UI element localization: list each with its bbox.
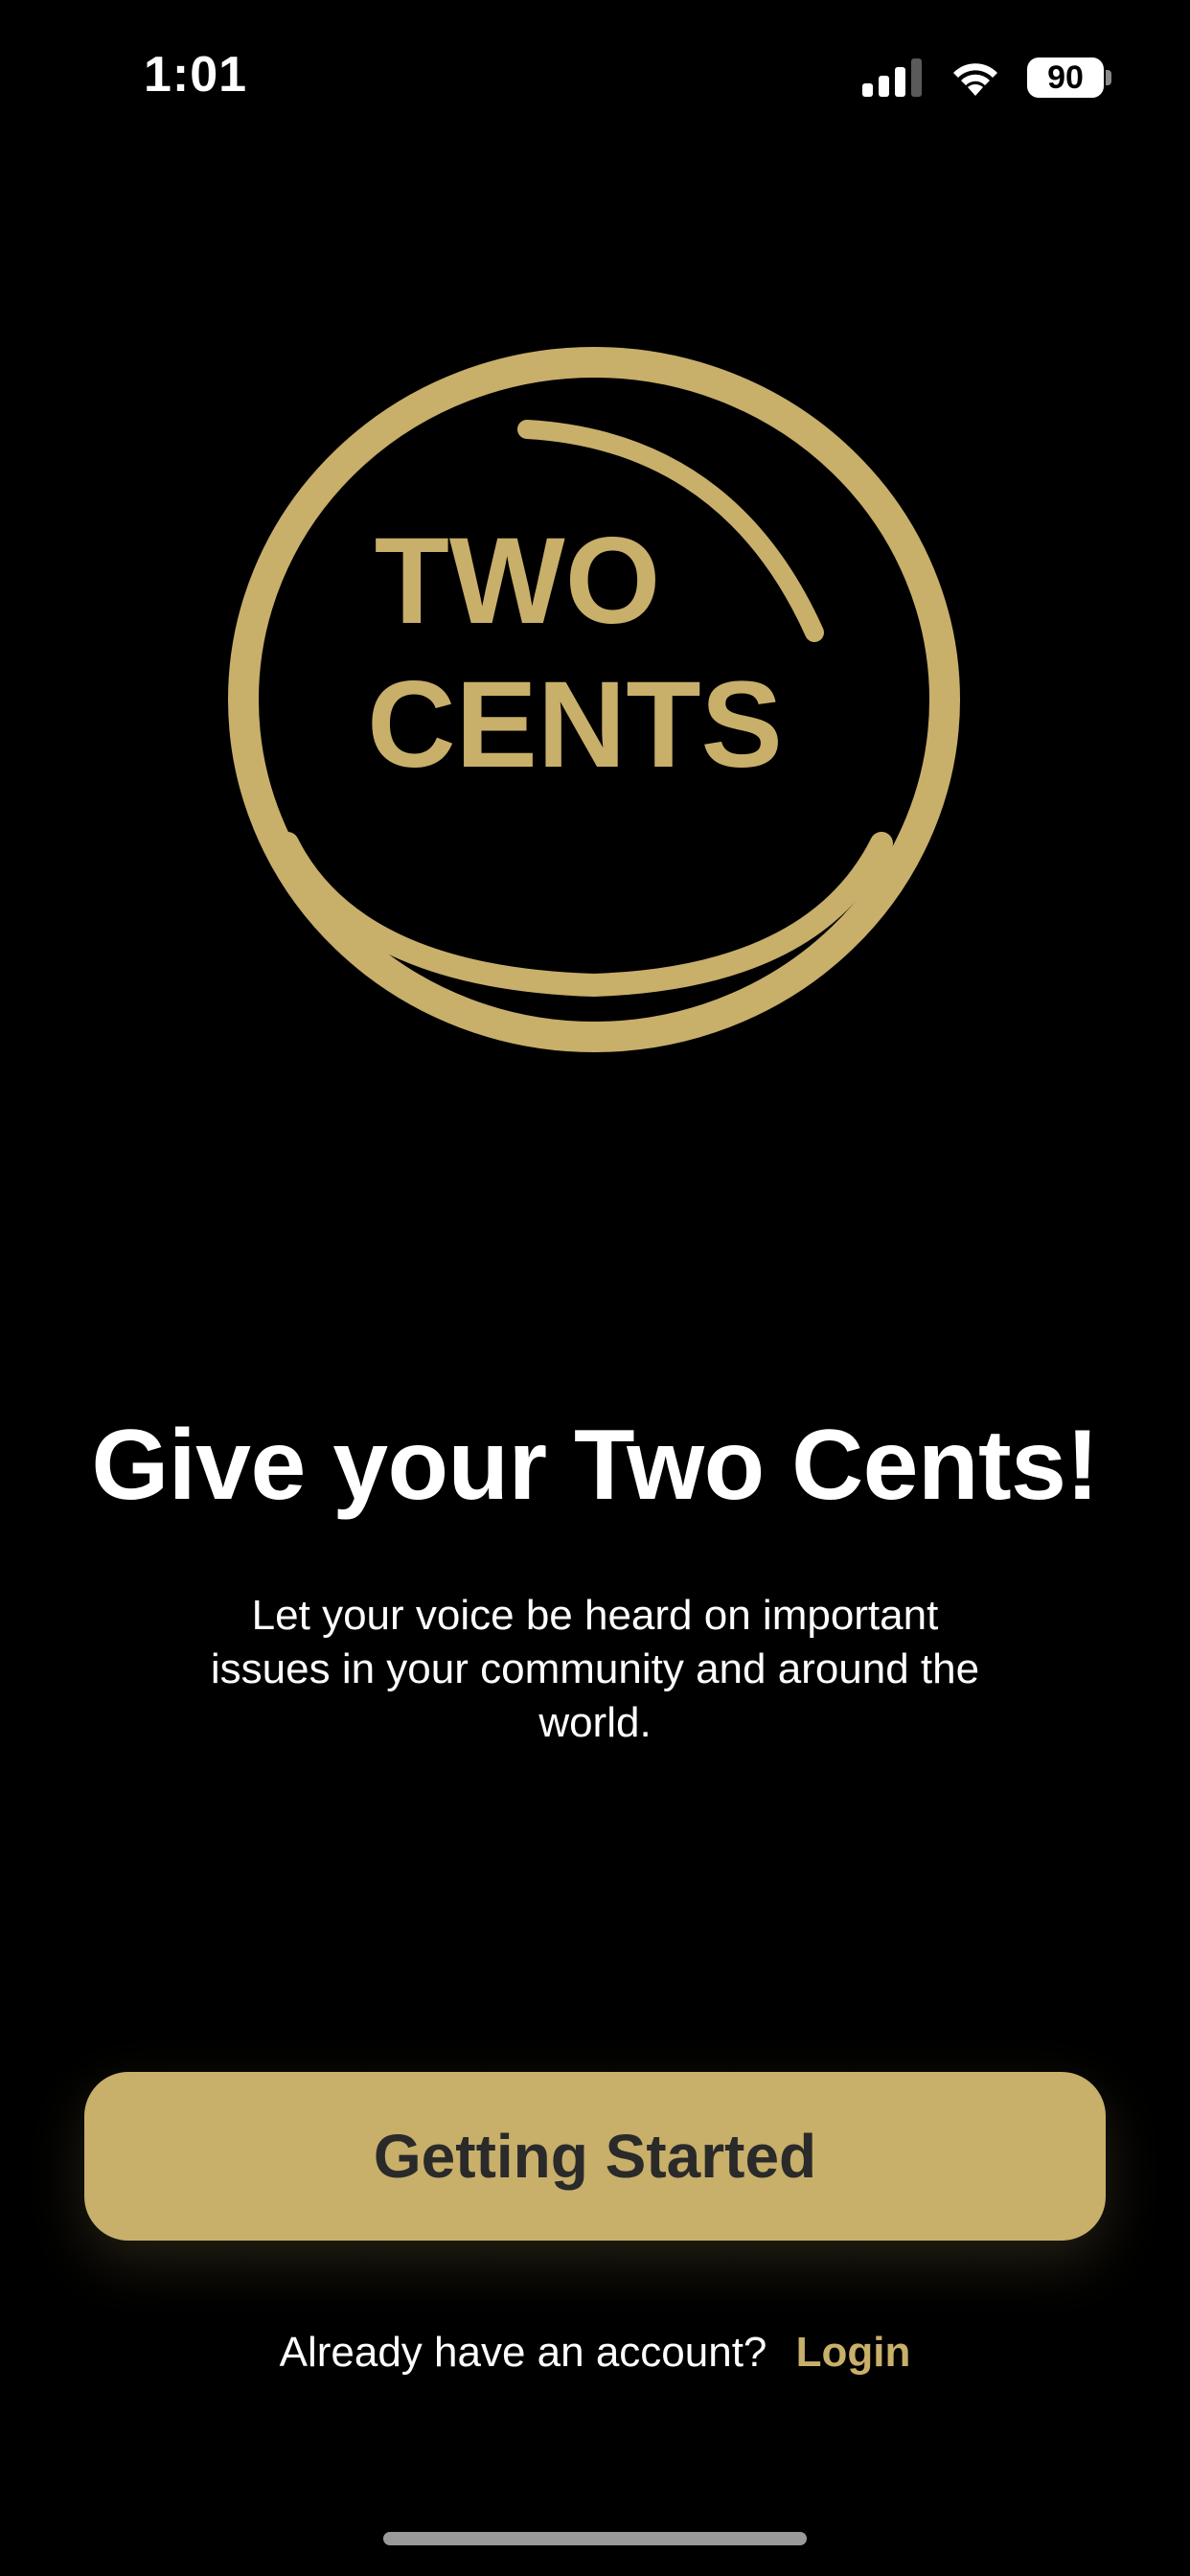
status-bar: 1:01 90 (0, 0, 1190, 144)
getting-started-button[interactable]: Getting Started (84, 2072, 1106, 2241)
wifi-icon (953, 63, 997, 96)
subtitle-line: issues in your community and around the (210, 1645, 980, 1692)
status-icons: 90 (862, 56, 1111, 100)
battery-level: 90 (1027, 58, 1104, 98)
getting-started-label: Getting Started (373, 2122, 817, 2191)
status-time: 1:01 (144, 47, 248, 103)
subtitle-line: Let your voice be heard on important (251, 1592, 939, 1639)
signal-icon (862, 58, 922, 97)
login-link[interactable]: Login (796, 2329, 911, 2376)
subtitle: Let your voice be heard on important iss… (164, 1589, 1026, 1750)
battery-nub (1106, 70, 1111, 85)
home-indicator[interactable] (383, 2532, 807, 2545)
logo-text-line-2: CENTS (367, 656, 783, 794)
subtitle-line: world. (538, 1699, 652, 1746)
login-prompt: Already have an account? (279, 2329, 767, 2376)
login-row: Already have an account? Login (0, 2329, 1190, 2377)
page-title: Give your Two Cents! (91, 1410, 1099, 1521)
logo-text-line-1: TWO (375, 513, 661, 650)
two-cents-logo: TWO CENTS (228, 347, 960, 1052)
battery-icon: 90 (1027, 57, 1111, 99)
